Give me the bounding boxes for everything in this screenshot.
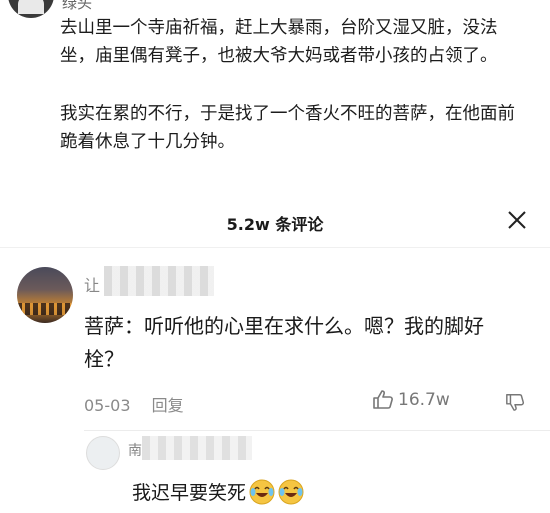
comment-date: 05-03 <box>84 396 131 415</box>
post-paragraph-2: 我实在累的不行，于是找了一个香火不旺的菩萨，在他面前跪着休息了十几分钟。 <box>60 104 515 152</box>
post-author-name[interactable]: 绿头 <box>62 0 92 13</box>
comment-meta: 05-03 回复 <box>84 392 184 416</box>
like-button[interactable]: 16.7w <box>372 390 450 410</box>
like-count: 16.7w <box>398 390 450 410</box>
laughing-crying-emoji-icon <box>278 479 304 504</box>
thumbs-up-icon <box>373 390 393 409</box>
replier-name-mosaic <box>142 436 252 460</box>
comment-count-title: 5.2w 条评论 <box>226 215 324 234</box>
laughing-crying-emoji-icon <box>249 479 275 504</box>
commenter-name[interactable]: 让 <box>84 272 100 296</box>
commenter-avatar[interactable] <box>17 267 73 323</box>
header-divider <box>0 247 550 248</box>
reply-row: 我迟早要笑死 <box>132 478 304 505</box>
post-paragraph-1: 去山里一个寺庙祈福，赶上大暴雨，台阶又湿又脏，没法坐，庙里偶有凳子，也被大爷大妈… <box>60 18 498 66</box>
comments-header: 5.2w 条评论 <box>0 207 550 239</box>
replier-avatar[interactable] <box>86 436 120 470</box>
reply-button[interactable]: 回复 <box>152 396 184 415</box>
replier-name[interactable]: 南 <box>128 440 142 460</box>
thumbs-down-icon[interactable] <box>505 392 525 412</box>
close-icon[interactable] <box>506 209 528 231</box>
post-body: 去山里一个寺庙祈福，赶上大暴雨，台阶又湿又脏，没法坐，庙里偶有凳子，也被大爷大妈… <box>60 14 530 186</box>
commenter-name-mosaic <box>104 266 214 296</box>
reply-text: 我迟早要笑死 <box>132 482 247 504</box>
reply-divider <box>84 430 550 431</box>
post-author-avatar[interactable] <box>8 0 54 18</box>
comment-text: 菩萨：听听他的心里在求什么。嗯？我的脚好栓？ <box>84 314 484 371</box>
